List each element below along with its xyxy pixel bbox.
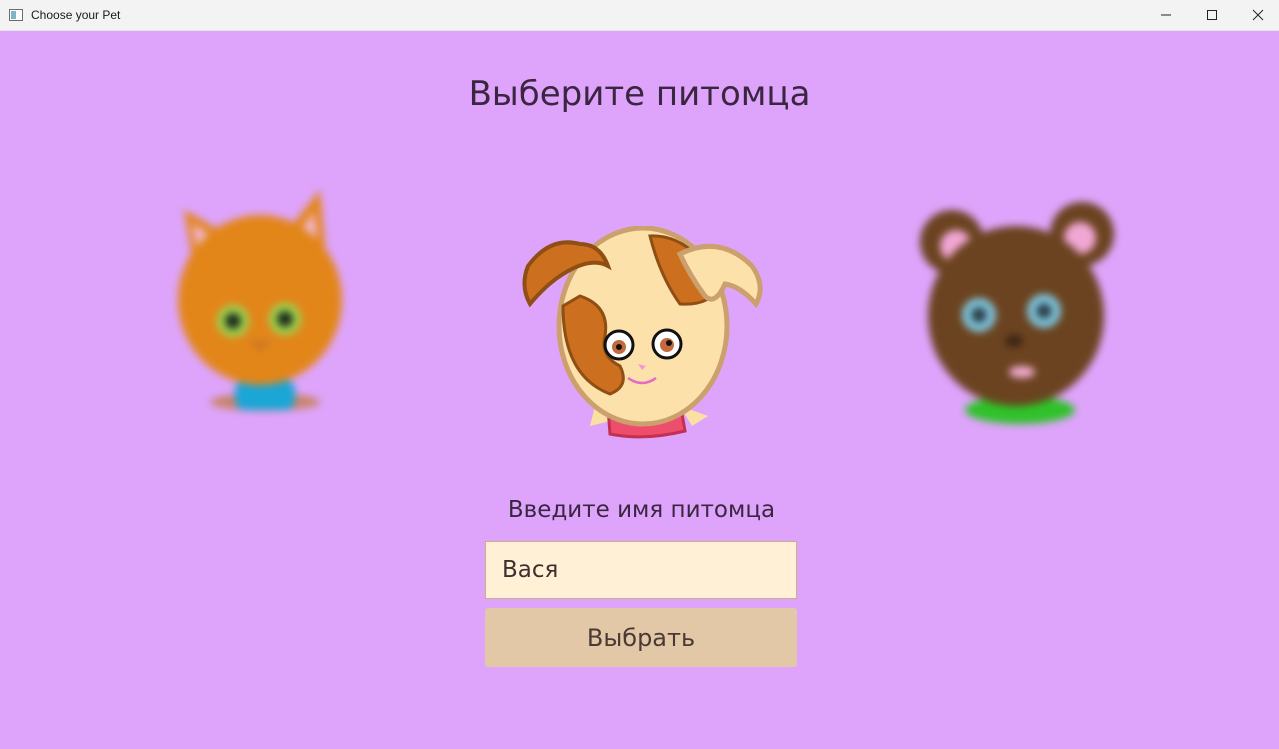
close-icon — [1252, 9, 1264, 21]
app-window: Choose your Pet Выберите питомца Введите… — [0, 0, 1279, 749]
window-title: Choose your Pet — [31, 8, 121, 22]
cat-image — [178, 190, 342, 411]
pet-name-label: Введите имя питомца — [507, 497, 776, 523]
pet-option-dog[interactable] — [520, 226, 770, 441]
maximize-icon — [1207, 10, 1217, 20]
pet-option-bear[interactable] — [910, 196, 1130, 436]
minimize-icon — [1161, 14, 1171, 16]
title-bar: Choose your Pet — [0, 0, 1279, 31]
maximize-button[interactable] — [1189, 0, 1235, 30]
minimize-button[interactable] — [1143, 0, 1189, 30]
pet-name-input[interactable] — [485, 541, 797, 599]
page-title: Выберите питомца — [468, 74, 811, 114]
bear-image — [920, 202, 1114, 424]
app-icon — [9, 9, 23, 21]
dog-image — [522, 226, 763, 439]
pet-option-cat[interactable] — [160, 180, 360, 430]
select-button[interactable]: Выбрать — [485, 608, 797, 667]
close-button[interactable] — [1235, 0, 1279, 30]
